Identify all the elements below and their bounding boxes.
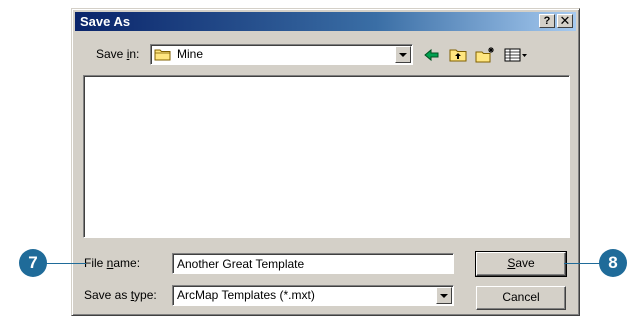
up-one-level-icon[interactable] <box>448 46 468 64</box>
dialog-title: Save As <box>80 14 131 29</box>
view-menu-icon[interactable] <box>503 46 529 64</box>
chevron-down-icon[interactable] <box>395 46 411 63</box>
folder-icon <box>154 49 171 61</box>
title-bar[interactable]: Save As ? ✕ <box>75 12 576 31</box>
callout-leader-left <box>46 263 86 264</box>
save-in-value: Mine <box>177 47 204 61</box>
file-name-label: File name: <box>84 256 141 270</box>
close-button[interactable]: ✕ <box>557 14 573 28</box>
save-in-label: Save in: <box>96 47 140 61</box>
callout-8: 8 <box>599 249 627 277</box>
save-as-dialog: Save As ? ✕ Save in: Mine File name: Sav… <box>71 8 580 316</box>
file-name-input[interactable] <box>172 253 454 274</box>
file-list[interactable] <box>83 75 570 238</box>
chevron-down-icon[interactable] <box>436 287 452 304</box>
save-as-type-value: ArcMap Templates (*.mxt) <box>177 288 315 302</box>
create-new-folder-icon[interactable] <box>475 46 495 64</box>
save-button[interactable]: Save <box>475 251 567 277</box>
help-button[interactable]: ? <box>539 14 555 28</box>
callout-leader-right <box>564 263 604 264</box>
callout-7: 7 <box>19 249 47 277</box>
save-as-type-dropdown[interactable]: ArcMap Templates (*.mxt) <box>172 285 454 306</box>
cancel-button[interactable]: Cancel <box>476 286 566 310</box>
save-as-type-label: Save as type: <box>84 288 157 302</box>
back-icon[interactable] <box>422 46 442 64</box>
save-in-dropdown[interactable]: Mine <box>150 44 413 65</box>
